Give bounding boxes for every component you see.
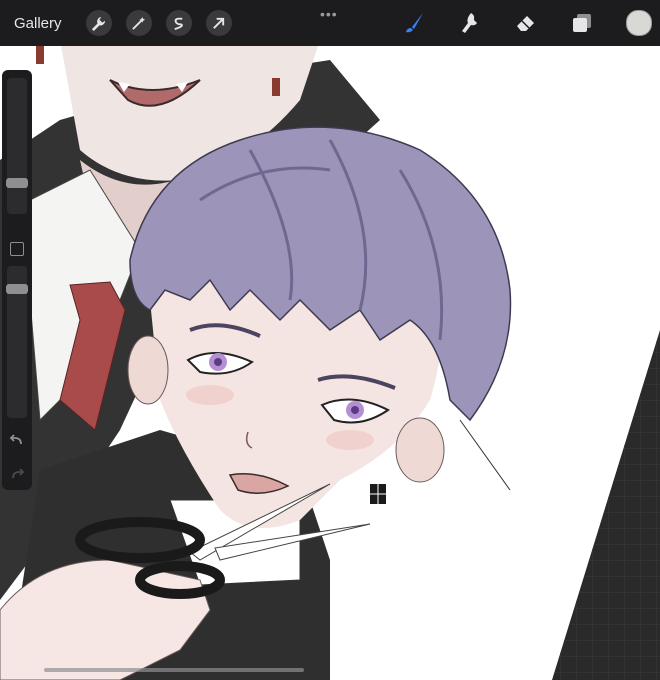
brush-size-slider[interactable] — [6, 78, 28, 214]
actions-button[interactable] — [85, 10, 112, 36]
adjustments-button[interactable] — [125, 10, 152, 36]
brush-icon — [406, 13, 423, 33]
top-toolbar: Gallery ••• — [0, 0, 660, 46]
magic-wand-icon — [132, 16, 146, 30]
layers-icon — [573, 14, 591, 32]
selection-icon — [174, 17, 183, 30]
drawing-canvas[interactable] — [0, 0, 660, 680]
gallery-button[interactable]: Gallery — [14, 15, 62, 32]
transform-button[interactable] — [205, 10, 232, 36]
color-picker[interactable] — [626, 10, 652, 36]
home-indicator — [44, 668, 304, 672]
layers-button[interactable] — [568, 9, 596, 37]
eraser-icon — [517, 16, 534, 31]
tool-group — [372, 9, 652, 37]
transform-arrow-icon — [213, 17, 225, 29]
redo-icon[interactable] — [9, 466, 25, 482]
opacity-slider[interactable] — [6, 266, 28, 418]
left-sidebar — [2, 70, 32, 490]
undo-icon[interactable] — [9, 432, 25, 448]
brush-button[interactable] — [400, 9, 428, 37]
wrench-icon — [91, 16, 106, 31]
modify-button[interactable] — [10, 242, 24, 256]
selection-button[interactable] — [165, 10, 192, 36]
brush-size-thumb[interactable] — [6, 178, 28, 188]
smudge-icon — [462, 13, 477, 33]
opacity-thumb[interactable] — [6, 284, 28, 294]
eraser-button[interactable] — [512, 9, 540, 37]
back-character-earring — [272, 78, 280, 96]
more-options[interactable]: ••• — [320, 6, 338, 22]
smudge-button[interactable] — [456, 9, 484, 37]
